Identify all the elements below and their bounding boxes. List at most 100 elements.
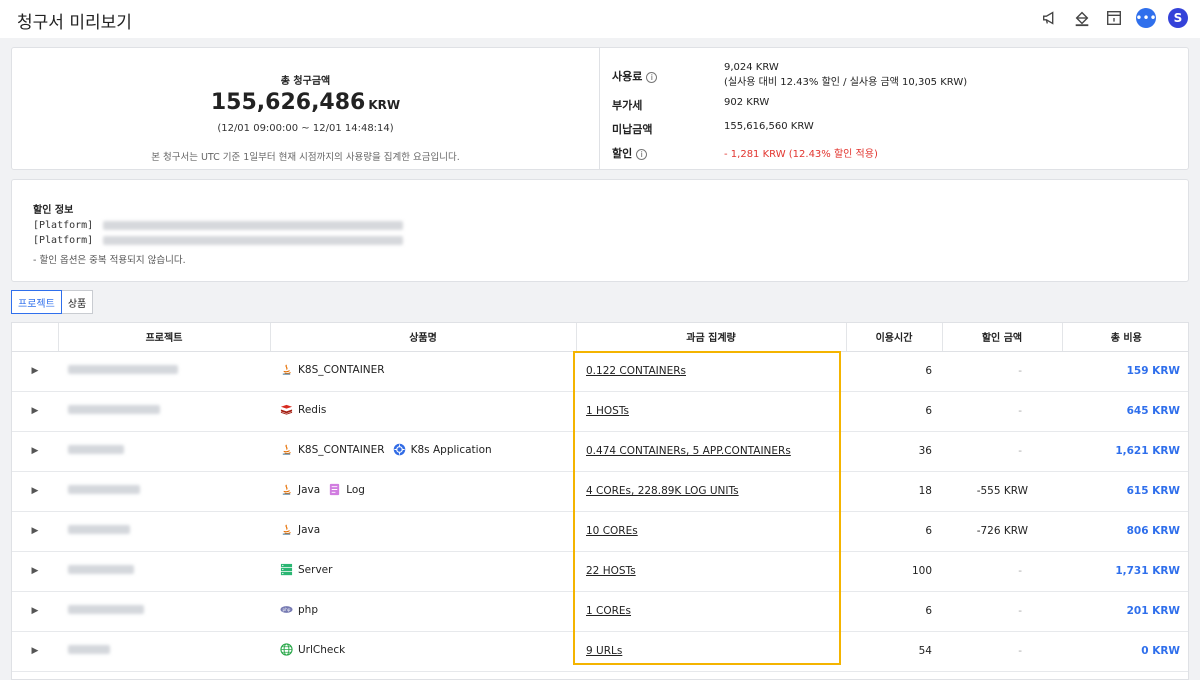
- vat-label: 부가세: [612, 99, 643, 112]
- project-cell: [58, 351, 270, 392]
- table-row[interactable]: ▶ Redis 1 HOSTs 6-645 KRW: [12, 391, 1188, 432]
- tab-project[interactable]: 프로젝트: [11, 290, 62, 314]
- product-item: php php: [280, 603, 318, 616]
- page-title: 청구서 미리보기: [17, 13, 132, 33]
- usage-link[interactable]: 0.122 CONTAINERs: [586, 365, 686, 377]
- expand-row-icon[interactable]: ▶: [12, 511, 58, 552]
- product-name: php: [298, 603, 318, 616]
- column-header-hours[interactable]: 이용시간: [846, 323, 943, 352]
- redacted-text: [103, 220, 404, 230]
- expand-row-icon[interactable]: ▶: [12, 591, 58, 632]
- redacted-project-name: [68, 445, 124, 454]
- column-header-usage[interactable]: 과금 집계량: [576, 323, 847, 352]
- usage-row: 사용료 i 9,024 KRW (실사용 대비 12.43% 할인 / 실사용 금…: [612, 62, 1172, 88]
- usage-link[interactable]: 22 HOSTs: [586, 565, 636, 577]
- usage-link[interactable]: 0.474 CONTAINERs, 5 APP.CONTAINERs: [586, 445, 791, 457]
- column-header-product[interactable]: 상품명: [270, 323, 577, 352]
- column-header-discount[interactable]: 할인 금액: [942, 323, 1063, 352]
- product-name: K8s Application: [410, 443, 492, 456]
- usage-link[interactable]: 1 HOSTs: [586, 405, 629, 417]
- project-cell: [58, 551, 270, 592]
- table-row[interactable]: ▶ Java Log 4 COREs, 228.89K LOG UNITs 18 -555…: [12, 471, 1188, 512]
- product-name: K8S_CONTAINER: [298, 443, 385, 456]
- cost-cell: 1,621 KRW: [1062, 431, 1188, 472]
- expand-row-icon[interactable]: ▶: [12, 631, 58, 672]
- billing-period: (12/01 09:00:00 ~ 12/01 14:48:14): [217, 123, 394, 134]
- expand-row-icon[interactable]: ▶: [12, 351, 58, 392]
- column-header-cost[interactable]: 총 비용: [1062, 323, 1188, 352]
- billing-table: 프로젝트 상품명 과금 집계량 이용시간 할인 금액 총 비용 ▶ K8S_CON…: [11, 322, 1189, 680]
- discount-value: - 1,281 KRW (12.43% 할인 적용): [724, 149, 878, 160]
- product-item: Log: [328, 483, 365, 496]
- avatar[interactable]: S: [1168, 8, 1188, 28]
- usage-link[interactable]: 4 COREs, 228.89K LOG UNITs: [586, 485, 739, 497]
- discount-cell: -: [942, 631, 1062, 672]
- product-item: Server: [280, 563, 332, 576]
- cost-cell: 0 KRW: [1062, 631, 1188, 672]
- table-row[interactable]: ▶ K8S_CONTAINER 0.122 CONTAINERs 6-159 KRW: [12, 351, 1188, 392]
- redacted-project-name: [68, 365, 178, 374]
- cost-cell: 159 KRW: [1062, 351, 1188, 392]
- paint-bucket-icon[interactable]: [1072, 8, 1092, 28]
- discount-cell: -726 KRW: [942, 511, 1062, 552]
- summary-card: 총 청구금액 155,626,486 KRW (12/01 09:00:00 ~ …: [11, 47, 1189, 170]
- top-icons: ••• S: [1040, 8, 1188, 28]
- cost-cell: 615 KRW: [1062, 471, 1188, 512]
- project-cell: [58, 591, 270, 632]
- redacted-project-name: [68, 485, 140, 494]
- cost-cell: 1,731 KRW: [1062, 551, 1188, 592]
- usage-cell: 10 COREs: [576, 511, 846, 552]
- product-item: K8S_CONTAINER: [280, 363, 385, 376]
- view-tabs: 프로젝트 상품: [11, 290, 94, 314]
- table-row[interactable]: ▶ Java 10 COREs 6 -726 KRW 806 KRW: [12, 511, 1188, 552]
- chat-icon[interactable]: •••: [1135, 8, 1157, 28]
- archive-icon[interactable]: [1104, 8, 1124, 28]
- tab-product[interactable]: 상품: [61, 290, 94, 314]
- usage-link[interactable]: 9 URLs: [586, 645, 622, 657]
- expand-row-icon[interactable]: ▶: [12, 391, 58, 432]
- table-row[interactable]: ▶ Server 22 HOSTs 100-1,731 KRW: [12, 551, 1188, 592]
- info-icon[interactable]: i: [636, 149, 648, 160]
- project-cell: [58, 631, 270, 672]
- hours-cell: 6: [846, 391, 942, 432]
- product-item: UrlCheck: [280, 643, 345, 656]
- expand-row-icon[interactable]: ▶: [12, 551, 58, 592]
- expand-row-icon[interactable]: ▶: [12, 431, 58, 472]
- php-icon: php: [280, 603, 293, 616]
- total-amount-value: 155,626,486: [210, 90, 366, 115]
- globe-icon: [280, 643, 293, 656]
- product-cell: K8S_CONTAINER: [270, 351, 576, 392]
- table-row[interactable]: ▶ K8S_CONTAINER K8s Application 0.474 CONTA…: [12, 431, 1188, 472]
- megaphone-icon[interactable]: [1040, 8, 1060, 28]
- product-name: Redis: [298, 403, 327, 416]
- unpaid-value: 155,616,560 KRW: [724, 121, 814, 132]
- column-header-project[interactable]: 프로젝트: [58, 323, 271, 352]
- hours-cell: 18: [846, 471, 942, 512]
- server-icon: [280, 563, 293, 576]
- usage-label: 사용료 i: [612, 62, 724, 83]
- java-icon: [280, 523, 293, 536]
- product-name: Java: [298, 523, 321, 536]
- usage-link[interactable]: 10 COREs: [586, 525, 638, 537]
- info-icon[interactable]: i: [646, 72, 658, 83]
- table-row[interactable]: ▶ php php 1 COREs 6-201 KRW: [12, 591, 1188, 632]
- redacted-text: [103, 235, 404, 245]
- product-name: Log: [346, 483, 365, 496]
- usage-link[interactable]: 1 COREs: [586, 605, 631, 617]
- kubernetes-icon: [393, 443, 406, 456]
- project-cell: [58, 471, 270, 512]
- discount-cell: -: [942, 391, 1062, 432]
- discount-cell: -: [942, 551, 1062, 592]
- discount-info-card: 할인 정보 [Platform] [Platform] - 할인 옵션은 중복 …: [11, 179, 1189, 282]
- cost-cell: 806 KRW: [1062, 511, 1188, 552]
- log-icon: [328, 483, 341, 496]
- table-row[interactable]: ▶ UrlCheck 9 URLs 54-0 KRW: [12, 631, 1188, 672]
- product-cell: Java Log: [270, 471, 576, 512]
- product-item: Redis: [280, 403, 326, 416]
- expand-row-icon[interactable]: ▶: [12, 471, 58, 512]
- discount-note: - 할인 옵션은 중복 적용되지 않습니다.: [33, 255, 186, 266]
- column-header-expand: [12, 323, 59, 352]
- project-cell: [58, 391, 270, 432]
- product-item: Java: [280, 523, 320, 536]
- usage-cell: 1 COREs: [576, 591, 846, 632]
